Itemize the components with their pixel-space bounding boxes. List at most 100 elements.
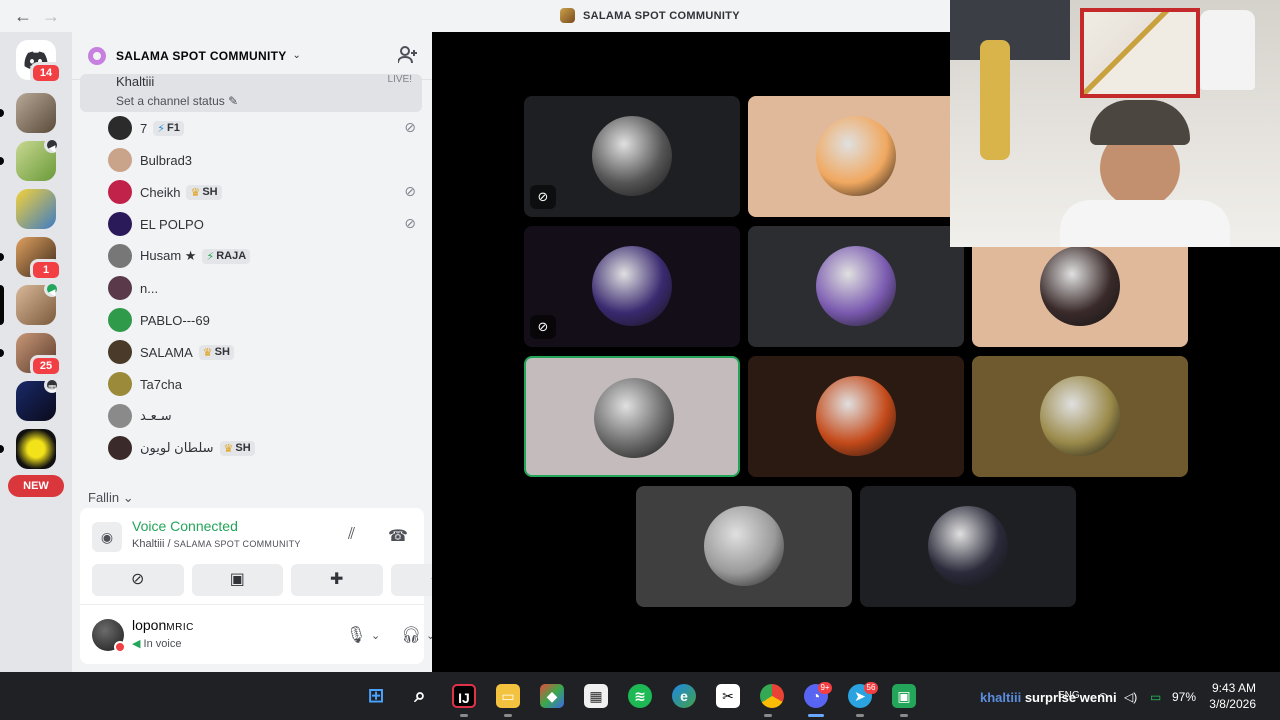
screen-share-icon: ▣ — [229, 571, 245, 588]
tag-icon: ♛ — [223, 442, 234, 455]
voice-member[interactable]: SALAMA ♛ SH — [108, 338, 424, 366]
video-tile[interactable]: ⊘ — [524, 96, 740, 217]
avatar — [108, 436, 132, 460]
voice-actions: ⊘ ▣ ✚ ✦ — [92, 564, 482, 596]
battery-icon[interactable]: ▭ — [1150, 690, 1161, 704]
widget-text[interactable]: khaltiii surprise wenni — [980, 690, 1117, 705]
server-item[interactable]: 25 — [0, 333, 62, 377]
signal-icon[interactable]: ◉ — [92, 522, 122, 552]
camera-person-body — [1060, 200, 1230, 247]
chevron-down-icon[interactable]: ⌄ — [371, 629, 380, 642]
self-camera-preview[interactable] — [950, 0, 1280, 247]
server-item[interactable]: ▦ — [16, 377, 60, 421]
video-stage: ⊘ ⊘ — [432, 0, 1280, 672]
app-icon[interactable]: ▣ — [892, 684, 916, 708]
voice-member[interactable]: سلطان لويون ♛ SH — [108, 434, 424, 462]
noise-suppression-icon[interactable]: ⫽ — [348, 526, 355, 544]
participant-avatar — [928, 506, 1008, 586]
unread-pill — [0, 253, 4, 261]
search-icon[interactable]: ⌕ — [408, 684, 432, 708]
video-tile[interactable] — [748, 96, 964, 217]
current-voice-user[interactable]: Khaltiii LIVE! Set a channel status ✎ — [80, 74, 422, 112]
screen-share-button[interactable]: ▣ — [191, 564, 283, 596]
member-name: n... — [140, 280, 159, 296]
activities-button[interactable]: ✚ — [291, 564, 383, 596]
server-icon — [560, 8, 575, 23]
voice-member[interactable]: n... — [108, 274, 424, 302]
user-panel: loponMRIC ◀ In voice 🎙︎ ⌄ 🎧︎ ⌄ ⚙ — [80, 604, 472, 664]
forward-icon[interactable]: → — [42, 6, 60, 27]
username[interactable]: loponMRIC — [132, 617, 194, 633]
add-user-icon[interactable] — [397, 46, 418, 69]
voice-connected-title[interactable]: Voice Connected — [132, 518, 238, 534]
server-item[interactable]: ◀ — [0, 281, 60, 325]
member-name: Cheikh — [140, 184, 181, 200]
live-badge: LIVE! — [387, 74, 412, 85]
headphones-icon[interactable]: 🎧︎ — [401, 625, 421, 645]
back-icon[interactable]: ← — [14, 6, 32, 27]
active-indicator — [808, 714, 824, 717]
member-name: 7 — [140, 120, 148, 136]
voice-member[interactable]: Ta7cha — [108, 370, 424, 398]
video-tile[interactable] — [860, 486, 1076, 607]
server-header[interactable]: SALAMA SPOT COMMUNITY ⌄ — [72, 32, 432, 80]
server-guide-icon — [88, 46, 106, 65]
deafened-icon: ⊘ — [404, 215, 416, 231]
video-tile[interactable] — [972, 356, 1188, 477]
server-item[interactable] — [0, 93, 56, 133]
spotify-icon[interactable]: ≋ — [628, 684, 652, 708]
voice-member[interactable]: 7 ⚡ F1 ⊘ — [108, 114, 424, 142]
server-home[interactable]: 14 — [16, 40, 62, 84]
participant-avatar — [1040, 376, 1120, 456]
status-dnd-icon — [114, 641, 126, 653]
set-channel-status[interactable]: Set a channel status ✎ — [116, 94, 238, 108]
voice-member[interactable]: Husam ★ ⚡ RAJA — [108, 242, 424, 270]
capcut-icon[interactable]: ✂ — [716, 684, 740, 708]
member-name: سلطان لويون — [140, 440, 214, 455]
language-indicator[interactable]: ENG — [1058, 690, 1080, 701]
video-tile[interactable] — [748, 356, 964, 477]
video-tile[interactable] — [524, 356, 740, 477]
server-item[interactable]: ◀ — [0, 137, 60, 181]
server-item[interactable] — [16, 189, 56, 229]
member-name: Ta7cha — [140, 376, 182, 392]
wifi-icon[interactable]: ◠ — [1098, 690, 1108, 704]
store-icon[interactable]: ▦ — [584, 684, 608, 708]
camera-button[interactable]: ⊘ — [92, 564, 184, 596]
voice-member[interactable]: سـعـد — [108, 402, 424, 430]
current-user-name: Khaltiii — [116, 74, 155, 89]
volume-icon[interactable]: ◁) — [1124, 690, 1137, 704]
camera-background — [950, 0, 1070, 60]
category-fallin[interactable]: Fallin ⌄ — [88, 490, 134, 506]
voice-member[interactable]: EL POLPO ⊘ — [108, 210, 424, 238]
voice-member[interactable]: Bulbrad3 — [108, 146, 424, 174]
server-item[interactable] — [0, 429, 56, 469]
chrome-icon[interactable] — [760, 684, 784, 708]
voice-member[interactable]: Cheikh ♛ SH ⊘ — [108, 178, 424, 206]
running-indicator — [900, 714, 908, 717]
voice-active-icon: ◀ — [44, 281, 60, 297]
microphone-icon[interactable]: 🎙︎ — [346, 625, 366, 645]
intellij-icon[interactable]: IJ — [452, 684, 476, 708]
bluestacks-icon[interactable]: ◆ — [540, 684, 564, 708]
file-explorer-icon[interactable]: ▭ — [496, 684, 520, 708]
avatar — [108, 404, 132, 428]
avatar — [108, 340, 132, 364]
video-tile[interactable] — [636, 486, 852, 607]
participant-avatar — [816, 246, 896, 326]
server-tag: ♛ SH — [219, 440, 255, 456]
participant-avatar — [592, 116, 672, 196]
windows-start-icon[interactable]: ⊞ — [364, 684, 388, 708]
server-rail: 14 ◀ 1 ◀ 25 ▦ NEW — [0, 32, 72, 672]
server-item[interactable]: 1 — [0, 237, 62, 281]
disconnect-icon[interactable]: ☎ — [388, 526, 408, 546]
video-tile[interactable]: ⊘ — [524, 226, 740, 347]
telegram-badge: 56 — [864, 682, 878, 694]
system-clock[interactable]: 9:43 AM 3/8/2026 — [1209, 680, 1256, 712]
new-servers-pill[interactable]: NEW — [8, 475, 64, 497]
camera-shirt — [1200, 10, 1255, 90]
edge-icon[interactable]: e — [672, 684, 696, 708]
voice-member[interactable]: PABLO---69 — [108, 306, 424, 334]
video-tile[interactable] — [748, 226, 964, 347]
server-avatar — [16, 429, 56, 469]
